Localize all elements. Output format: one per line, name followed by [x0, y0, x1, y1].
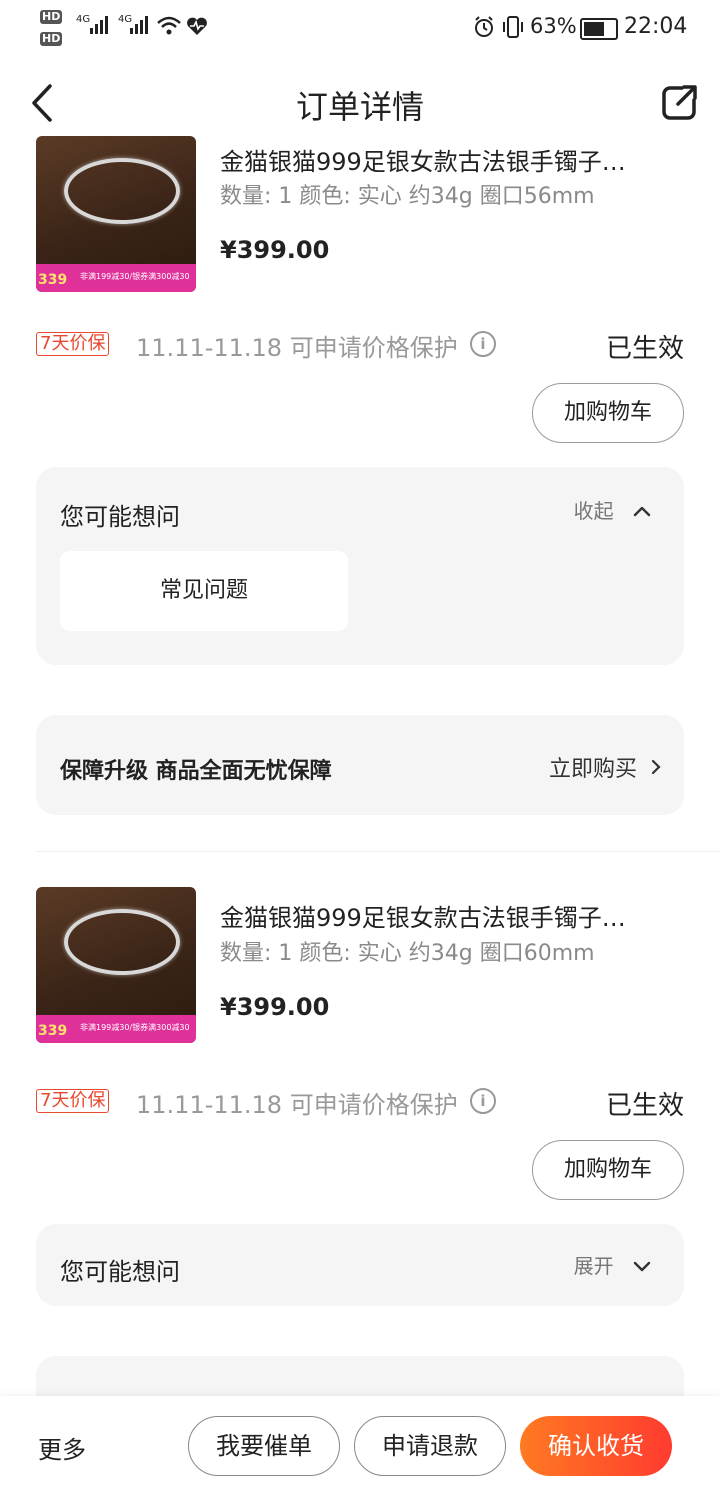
bottom-action-bar: 更多 我要催单 申请退款 确认收货	[0, 1396, 720, 1496]
status-label: 已生效	[605, 334, 684, 364]
hd-badge: HD	[40, 32, 63, 46]
signal-icon	[130, 16, 148, 34]
signal-label: 4G	[76, 14, 91, 25]
signal-icon	[90, 16, 108, 34]
alarm-icon	[475, 16, 493, 37]
confirm-receipt-button[interactable]: 确认收货	[520, 1416, 672, 1476]
status-label: 已生效	[605, 1091, 684, 1121]
expand-toggle[interactable]: 展开	[574, 1250, 652, 1279]
request-refund-button[interactable]: 申请退款	[354, 1416, 506, 1476]
info-icon[interactable]: i	[470, 331, 496, 357]
upgrade-card[interactable]: 保障升级 商品全面无忧保障 立即购买	[36, 715, 684, 815]
price-protect-text: 11.11-11.18 可申请价格保护	[136, 1091, 458, 1119]
info-icon[interactable]: i	[470, 1088, 496, 1114]
thumb-promo-text: 非满199减30/银券满300减30	[80, 1023, 190, 1032]
faq-title: 您可能想问	[60, 1258, 180, 1286]
buy-now-label: 立即购买	[548, 757, 637, 782]
chevron-down-icon	[633, 1261, 651, 1272]
thumb-price: 339	[38, 272, 68, 288]
divider	[36, 851, 720, 852]
page-title: 订单详情	[295, 88, 424, 126]
add-to-cart-button[interactable]: 加购物车	[532, 383, 684, 443]
urge-order-button[interactable]: 我要催单	[188, 1416, 340, 1476]
thumb-price: 339	[38, 1023, 68, 1039]
faq-card: 您可能想问 收起 常见问题	[36, 467, 684, 665]
battery-icon	[580, 18, 618, 40]
faq-common-questions-button[interactable]: 常见问题	[60, 551, 348, 631]
add-to-cart-button[interactable]: 加购物车	[532, 1140, 684, 1200]
expand-label: 展开	[573, 1254, 614, 1278]
faq-title: 您可能想问	[60, 503, 180, 531]
product-spec: 数量: 1 颜色: 实心 约34g 圈口56mm	[220, 184, 595, 209]
price-protect-tag: 7天价保	[36, 332, 110, 356]
health-icon	[187, 17, 207, 35]
bracelet-image	[64, 909, 180, 975]
chevron-right-icon	[651, 759, 661, 775]
more-button[interactable]: 更多	[38, 1430, 86, 1465]
battery-percent: 63%	[530, 14, 577, 38]
chevron-up-icon	[633, 506, 651, 517]
wifi-icon	[157, 16, 181, 35]
status-bar: HD HD 4G 4G 63% 22:04	[0, 0, 720, 56]
price-protect-tag: 7天价保	[36, 1089, 110, 1113]
product-title[interactable]: 金猫银猫999足银女款古法银手镯子…	[220, 898, 660, 933]
upgrade-title: 保障升级 商品全面无忧保障	[60, 759, 332, 784]
collapse-label: 收起	[573, 499, 614, 523]
product-price: ¥399.00	[220, 993, 330, 1021]
product-price: ¥399.00	[220, 236, 330, 264]
product-spec: 数量: 1 颜色: 实心 约34g 圈口60mm	[220, 941, 595, 966]
price-protect-text: 11.11-11.18 可申请价格保护	[136, 334, 458, 362]
buy-now-link[interactable]: 立即购买	[549, 751, 662, 783]
bracelet-image	[64, 158, 180, 224]
collapse-toggle[interactable]: 收起	[574, 495, 652, 524]
share-icon[interactable]	[660, 82, 700, 122]
thumb-promo-text: 非满199减30/银券满300减30	[80, 272, 190, 281]
product-thumbnail[interactable]: 339 非满199减30/银券满300减30	[36, 887, 196, 1043]
faq-card: 您可能想问 展开	[36, 1224, 684, 1306]
clock-time: 22:04	[624, 14, 688, 39]
product-title[interactable]: 金猫银猫999足银女款古法银手镯子…	[220, 142, 660, 177]
vibrate-icon	[503, 16, 523, 38]
hd-badge: HD	[40, 10, 63, 24]
product-thumbnail[interactable]: 339 非满199减30/银券满300减30	[36, 136, 196, 292]
